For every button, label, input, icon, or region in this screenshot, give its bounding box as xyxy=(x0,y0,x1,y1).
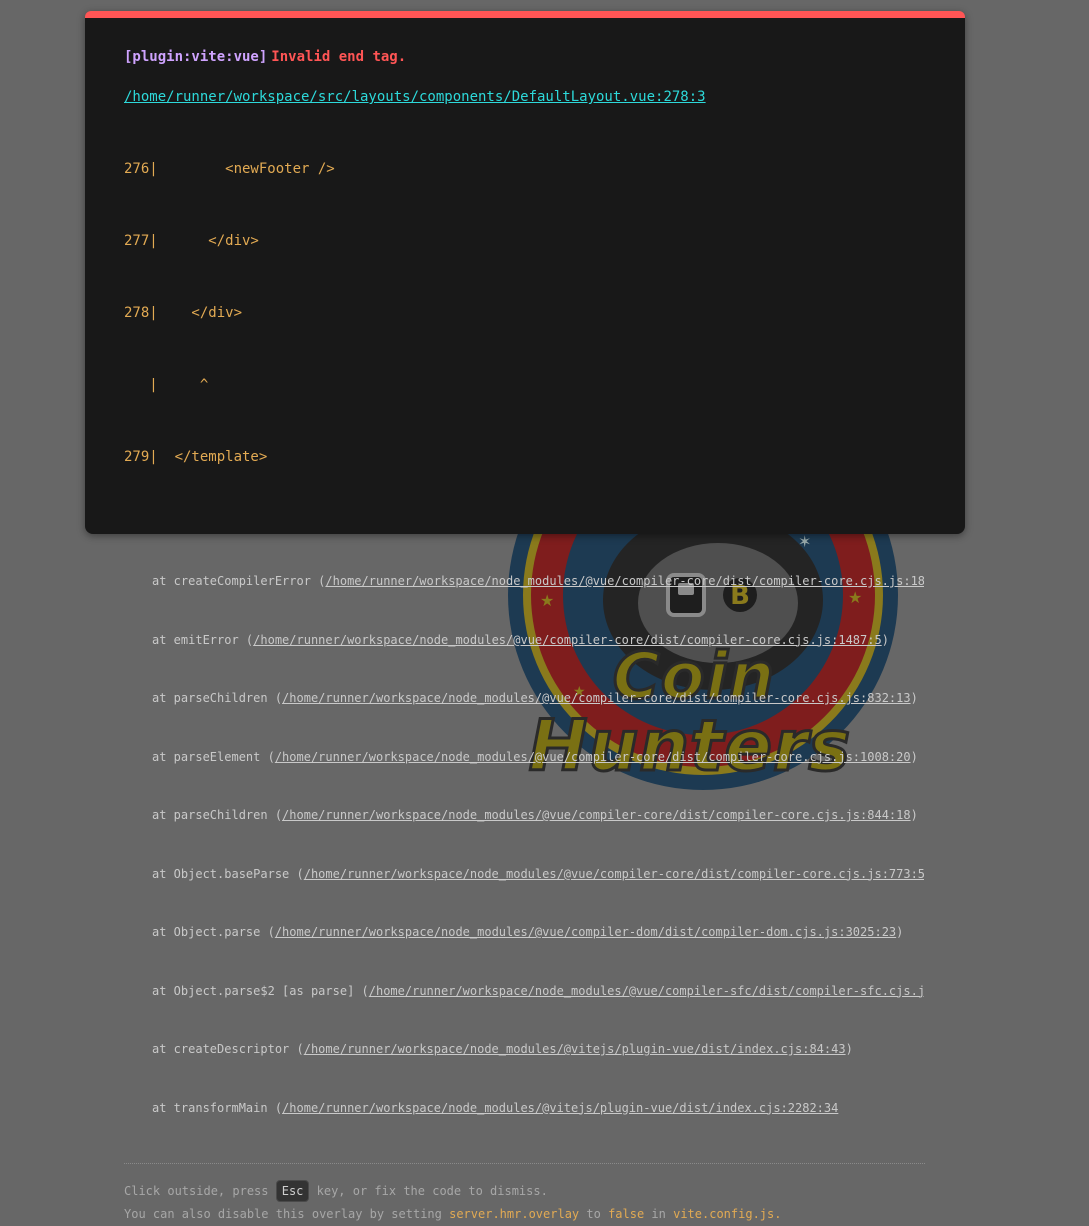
stack-frame: at parseChildren (/home/runner/workspace… xyxy=(152,808,918,822)
error-text: Invalid end tag. xyxy=(271,49,407,65)
plugin-name: [plugin:vite:vue] xyxy=(124,49,268,65)
stack-frame-link[interactable]: /home/runner/workspace/node_modules/@vue… xyxy=(275,750,911,764)
stack-frame: at emitError (/home/runner/workspace/nod… xyxy=(152,632,889,647)
stack-frame: at createCompilerError (/home/runner/wor… xyxy=(152,572,924,592)
code-frame-caret: | ^ xyxy=(124,377,209,393)
code-frame-line: 277| </div> xyxy=(124,233,259,249)
stack-frame: at createDescriptor (/home/runner/worksp… xyxy=(152,1042,853,1056)
stack-frame: at Object.parse (/home/runner/workspace/… xyxy=(152,925,904,939)
config-file: vite.config.js. xyxy=(673,1207,782,1221)
stack-frame: at transformMain (/home/runner/workspace… xyxy=(152,1100,839,1115)
config-value: false xyxy=(608,1207,645,1221)
stack-frame-link[interactable]: /home/runner/workspace/node_modules/@vue… xyxy=(304,867,924,881)
tip-line-1: Click outside, press Esc key, or fix the… xyxy=(124,1180,925,1203)
tip-line-2: You can also disable this overlay by set… xyxy=(124,1207,782,1221)
divider xyxy=(124,1163,925,1164)
code-frame-line: 278| </div> xyxy=(124,305,243,321)
config-key: server.hmr.overlay xyxy=(449,1207,580,1221)
stack-frame-link[interactable]: /home/runner/workspace/node_modules/@vit… xyxy=(304,1042,846,1056)
stack-frame-link[interactable]: /home/runner/workspace/node_modules/@vue… xyxy=(275,925,896,939)
error-file-link[interactable]: /home/runner/workspace/src/layouts/compo… xyxy=(124,85,925,109)
stack-frame-link[interactable]: /home/runner/workspace/node_modules/@vit… xyxy=(282,1101,838,1115)
stack-frame-link[interactable]: /home/runner/workspace/node_modules/@vue… xyxy=(282,808,911,822)
stack-frame-link[interactable]: /home/runner/workspace/node_modules/@vue… xyxy=(325,574,924,588)
stack-frame-link[interactable]: /home/runner/workspace/node_modules/@vue… xyxy=(282,691,911,705)
stack-frame: at Object.baseParse (/home/runner/worksp… xyxy=(152,866,924,881)
error-message: [plugin:vite:vue] Invalid end tag. xyxy=(124,46,925,68)
stack-frame: at Object.parse$2 [as parse] (/home/runn… xyxy=(152,982,924,1002)
code-frame: 276| <newFooter /> 277| </div> 278| </di… xyxy=(124,109,925,517)
code-frame-line: 276| <newFooter /> xyxy=(124,161,335,177)
stack-trace: at createCompilerError (/home/runner/wor… xyxy=(124,533,924,1157)
stack-frame: at parseElement (/home/runner/workspace/… xyxy=(152,749,918,764)
esc-key-hint: Esc xyxy=(275,1180,310,1202)
code-frame-line: 279| </template> xyxy=(124,449,268,465)
stack-frame-link[interactable]: /home/runner/workspace/node_modules/@vue… xyxy=(369,984,924,998)
dismiss-tip: Click outside, press Esc key, or fix the… xyxy=(124,1180,925,1226)
stack-frame: at parseChildren (/home/runner/workspace… xyxy=(152,691,918,705)
error-overlay[interactable]: [plugin:vite:vue] Invalid end tag. /home/… xyxy=(85,11,965,1221)
stack-frame-link[interactable]: /home/runner/workspace/node_modules/@vue… xyxy=(253,633,882,647)
